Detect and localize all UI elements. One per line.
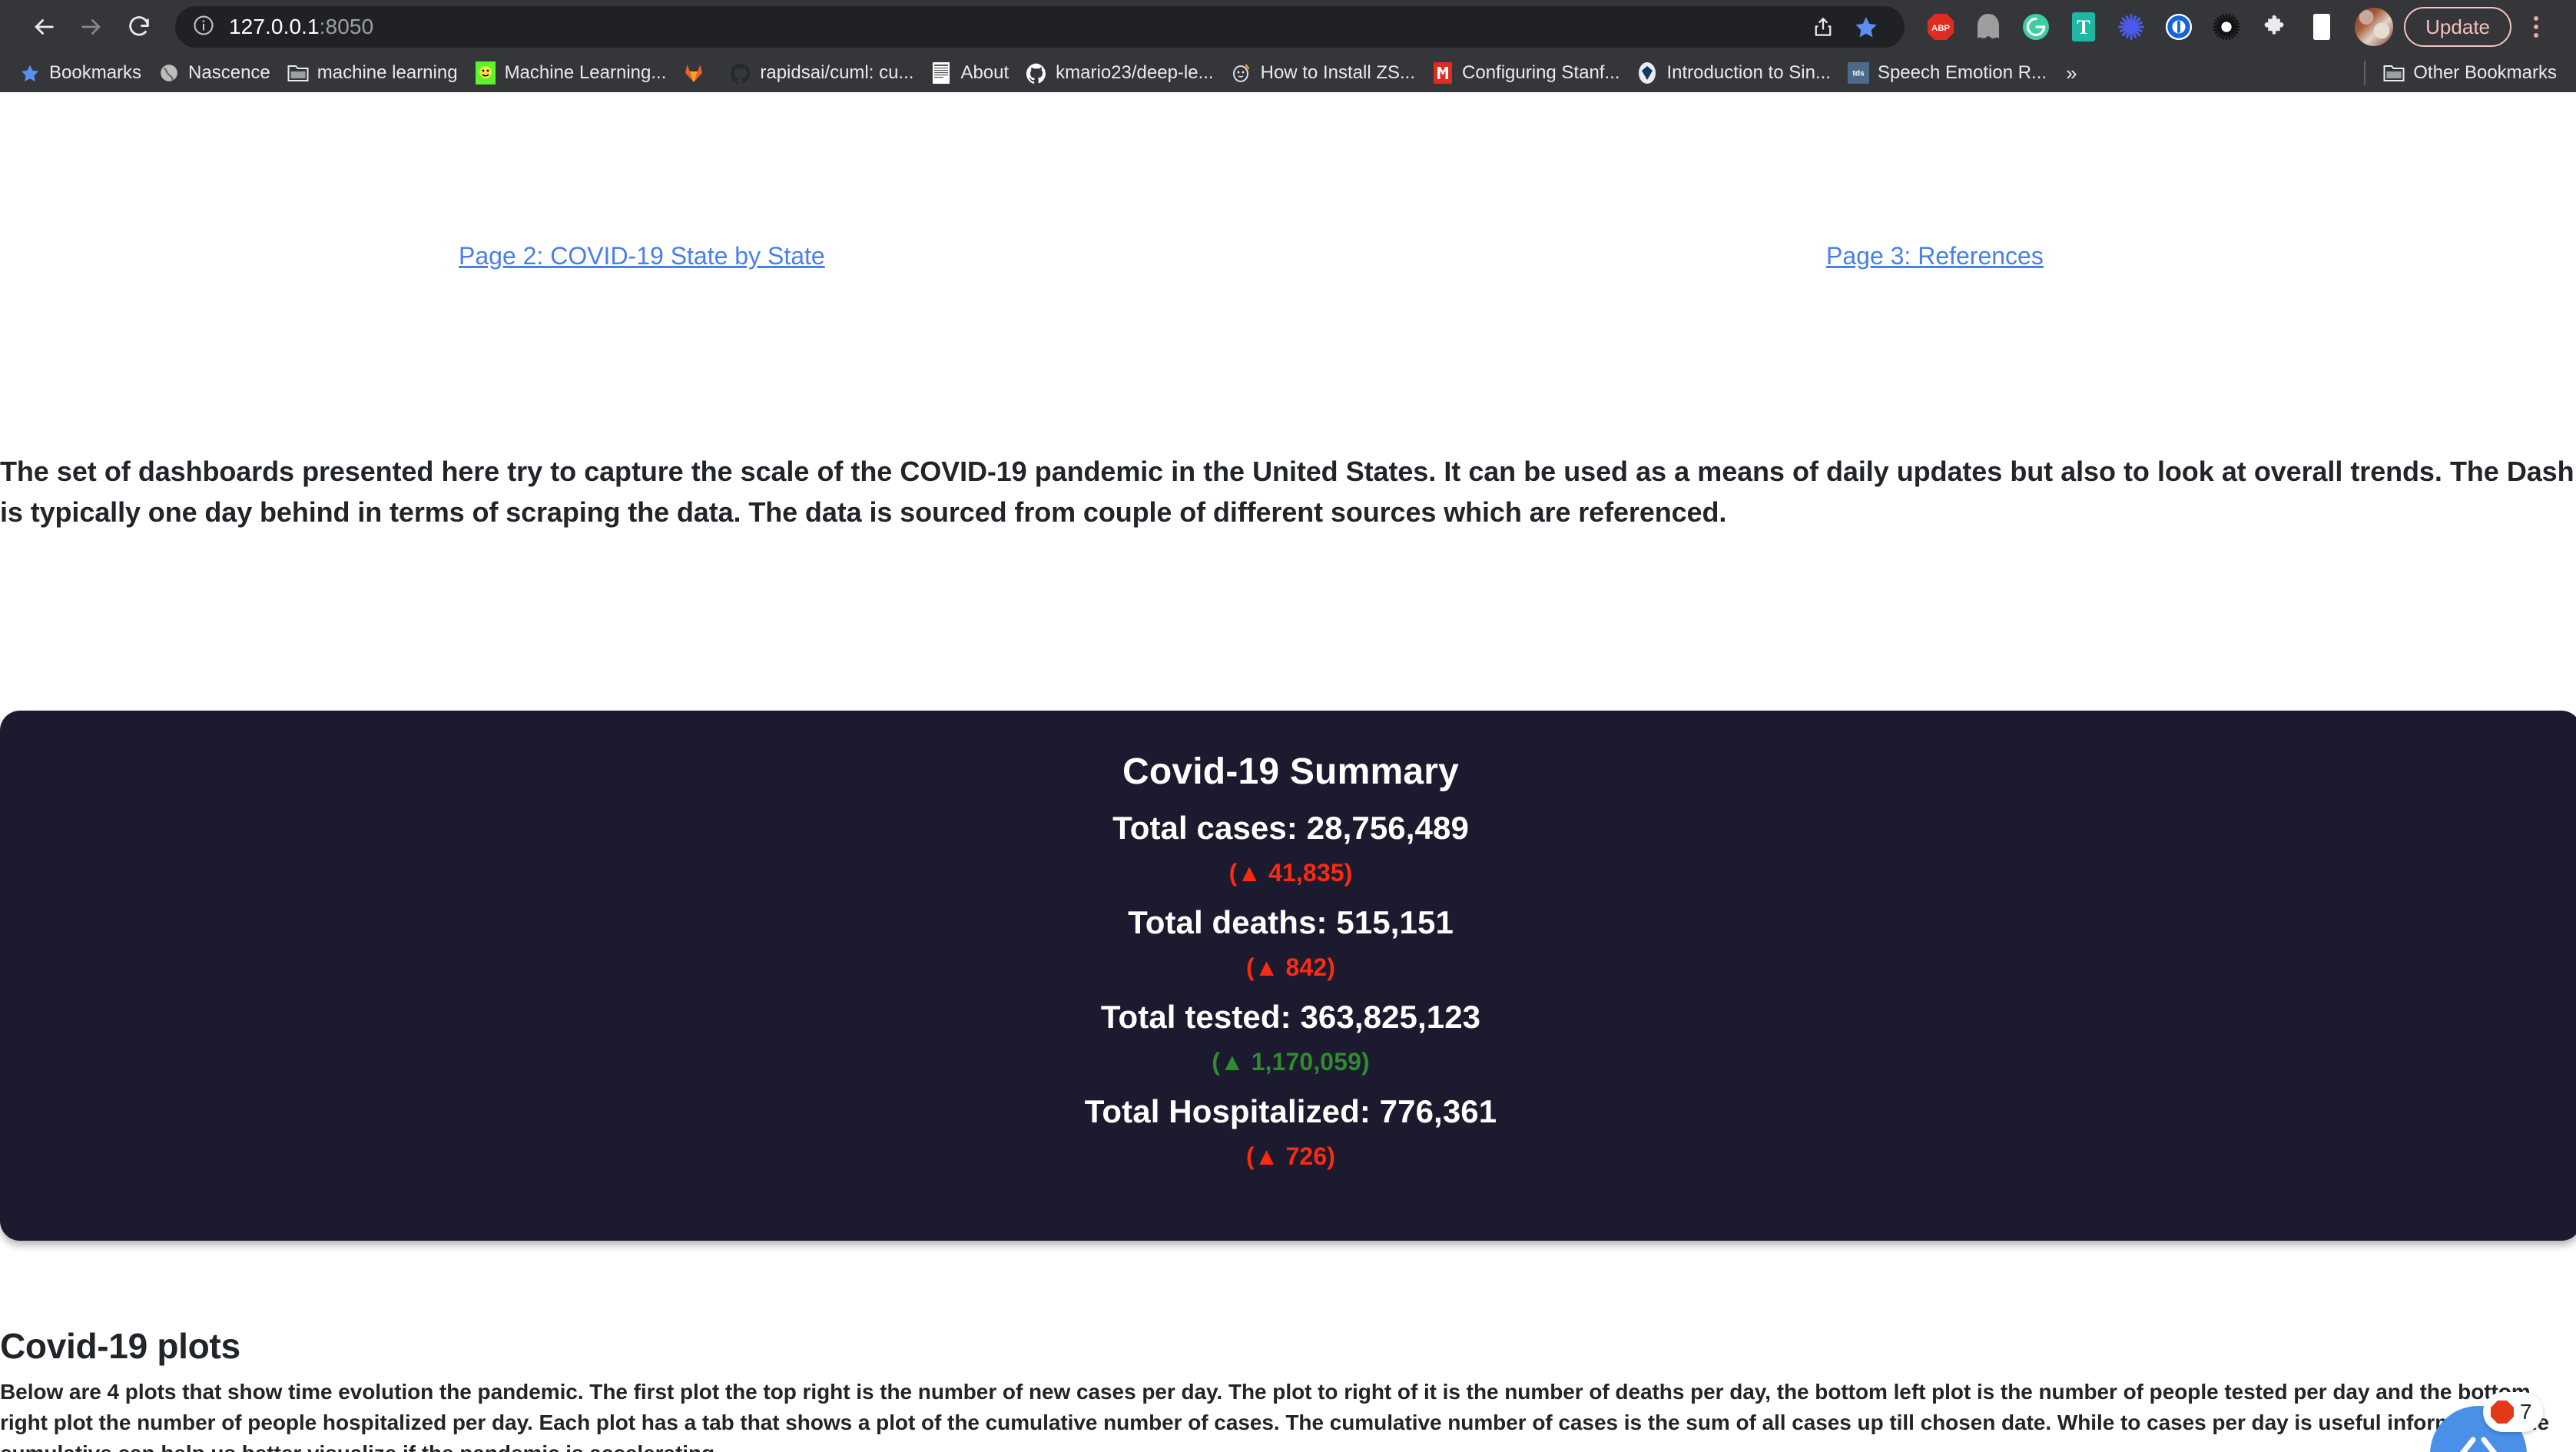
github-icon xyxy=(1026,62,1047,84)
avatar[interactable] xyxy=(2355,8,2394,46)
delta-total-hospitalized: (▲ 726) xyxy=(1246,1142,1335,1170)
bookmark-label: kmario23/deep-le... xyxy=(1056,62,1214,83)
bookmark-item-gitlab[interactable] xyxy=(675,57,721,89)
bookmark-label: Other Bookmarks xyxy=(2413,62,2557,83)
card-title: Covid-19 Summary xyxy=(1122,751,1459,792)
share-icon[interactable] xyxy=(1802,5,1845,48)
singularity-icon xyxy=(1636,62,1658,84)
url-text: 127.0.0.1:8050 xyxy=(229,15,373,39)
bookmark-label: Machine Learning... xyxy=(504,62,667,83)
menu-dot xyxy=(2534,25,2538,29)
browser-chrome: 127.0.0.1:8050 ABP T Update Bookmarks Na… xyxy=(0,0,2576,92)
error-octagon-icon xyxy=(2491,1401,2514,1424)
page-content: Page 2: COVID-19 State by State Page 3: … xyxy=(0,92,2576,1452)
bookmark-item-nascence[interactable]: Nascence xyxy=(150,57,279,89)
bookmark-item-about[interactable]: About xyxy=(922,57,1017,89)
bookmark-item-introduction-to-singularity[interactable]: Introduction to Sin... xyxy=(1628,57,1838,89)
stat-total-cases: Total cases: 28,756,489 xyxy=(1112,810,1469,846)
globe-icon xyxy=(158,62,180,84)
asterisk-extension-icon[interactable] xyxy=(2107,3,2155,51)
forward-button[interactable] xyxy=(68,3,115,51)
update-button[interactable]: Update xyxy=(2404,7,2511,47)
bookmark-label: Speech Emotion R... xyxy=(1877,62,2047,83)
delta-total-deaths: (▲ 842) xyxy=(1246,953,1335,981)
svg-text:ABP: ABP xyxy=(1931,24,1950,33)
page-link-state-by-state[interactable]: Page 2: COVID-19 State by State xyxy=(459,242,825,270)
delta-total-cases: (▲ 41,835) xyxy=(1228,859,1353,887)
back-button[interactable] xyxy=(20,3,68,51)
star-icon xyxy=(19,62,41,84)
menu-dot xyxy=(2534,16,2538,21)
svg-text:tds: tds xyxy=(1852,70,1865,78)
github-icon xyxy=(730,62,751,84)
site-info-icon[interactable] xyxy=(192,14,215,41)
bookmark-label: rapidsai/cuml: cu... xyxy=(760,62,914,83)
bookmark-label: About xyxy=(960,62,1010,83)
folder-icon xyxy=(287,62,309,84)
bookmark-item-other-bookmarks[interactable]: Other Bookmarks xyxy=(2375,57,2565,89)
bookmark-label: Bookmarks xyxy=(49,62,142,83)
bookmark-item-rapidsai-cuml[interactable]: rapidsai/cuml: cu... xyxy=(721,57,922,89)
puzzle-piece-icon[interactable] xyxy=(2250,3,2298,51)
url-host: 127.0.0.1 xyxy=(229,15,320,38)
zsh-icon xyxy=(1231,62,1252,84)
covid-summary-card: Covid-19 Summary Total cases: 28,756,489… xyxy=(0,711,2576,1241)
sunburst-extension-icon[interactable] xyxy=(2203,3,2250,51)
bookmark-item-how-to-install-zsh[interactable]: How to Install ZS... xyxy=(1222,57,1424,89)
stat-total-tested: Total tested: 363,825,123 xyxy=(1100,999,1481,1035)
omnibox-actions xyxy=(1794,5,1888,48)
bookmarks-overflow-button[interactable]: » xyxy=(2055,61,2087,85)
bookmark-item-kmario23-deep-learning[interactable]: kmario23/deep-le... xyxy=(1017,57,1222,89)
bookmarks-bar: Bookmarks Nascence machine learning Mach… xyxy=(0,54,2576,92)
bookmark-label: Configuring Stanf... xyxy=(1462,62,1620,83)
stat-total-deaths: Total deaths: 515,151 xyxy=(1128,904,1454,940)
tds-icon: tds xyxy=(1847,62,1869,84)
bookmark-item-speech-emotion-recognition[interactable]: tds Speech Emotion R... xyxy=(1839,57,2055,89)
bookmark-label: Introduction to Sin... xyxy=(1666,62,1831,83)
plots-heading: Covid-19 plots xyxy=(0,1326,240,1366)
todoist-icon[interactable]: T xyxy=(2060,3,2107,51)
plots-paragraph: Below are 4 plots that show time evoluti… xyxy=(0,1380,2549,1452)
adblock-plus-icon[interactable]: ABP xyxy=(1917,3,1964,51)
bookmark-star-icon[interactable] xyxy=(1845,5,1888,48)
bookmark-label: machine learning xyxy=(317,62,458,83)
ghost-icon[interactable] xyxy=(1964,3,2012,51)
address-bar[interactable]: 127.0.0.1:8050 xyxy=(175,6,1905,48)
bookmark-item-machine-learning-folder[interactable]: machine learning xyxy=(279,57,466,89)
bookmark-item-bookmarks[interactable]: Bookmarks xyxy=(11,57,150,89)
privacy-badger-icon[interactable] xyxy=(2155,3,2203,51)
folder-icon xyxy=(2383,62,2405,84)
bookmark-item-configuring-stanford[interactable]: Configuring Stanf... xyxy=(1424,57,1628,89)
grammarly-icon[interactable] xyxy=(2012,3,2060,51)
gitlab-icon xyxy=(683,62,705,84)
dash-error-badge[interactable]: 7 xyxy=(2483,1392,2543,1432)
delta-total-tested: (▲ 1,170,059) xyxy=(1212,1048,1370,1076)
browser-toolbar: 127.0.0.1:8050 ABP T Update xyxy=(0,0,2576,54)
green-smiley-icon xyxy=(475,61,496,85)
stat-total-hospitalized: Total Hospitalized: 776,361 xyxy=(1084,1093,1497,1129)
bookmark-label: How to Install ZS... xyxy=(1260,62,1416,83)
red-m-icon xyxy=(1432,62,1454,84)
extension-icons: ABP T xyxy=(1917,3,2346,51)
reload-button[interactable] xyxy=(115,3,163,51)
svg-text:T: T xyxy=(2077,16,2090,38)
error-count: 7 xyxy=(2520,1400,2532,1424)
url-port: :8050 xyxy=(319,15,374,38)
menu-dot xyxy=(2534,33,2538,38)
browser-menu-button[interactable] xyxy=(2516,3,2556,51)
bookmarks-divider xyxy=(2364,61,2366,85)
intro-paragraph: The set of dashboards presented here try… xyxy=(0,456,2576,528)
document-icon xyxy=(930,62,952,84)
page-link-references[interactable]: Page 3: References xyxy=(1826,242,2044,270)
reading-list-icon[interactable] xyxy=(2298,3,2346,51)
bookmark-item-machine-learning[interactable]: Machine Learning... xyxy=(466,57,675,89)
update-button-label: Update xyxy=(2425,15,2490,38)
bookmark-label: Nascence xyxy=(188,62,270,83)
